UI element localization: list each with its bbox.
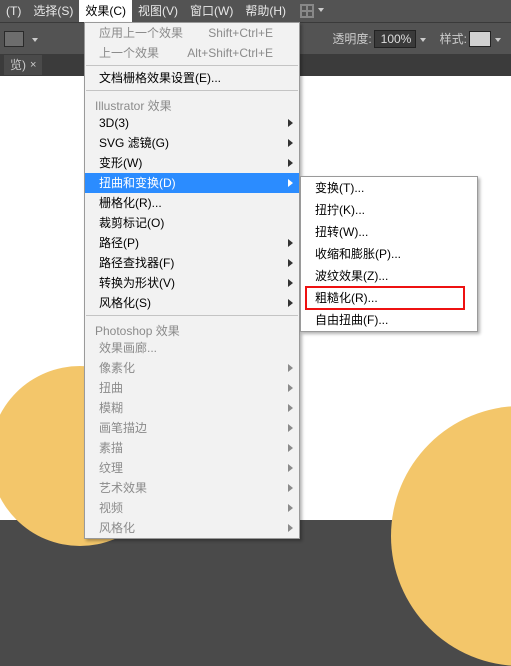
menu-distort-transform[interactable]: 扭曲和变换(D) [85,173,299,193]
menu-brush-strokes[interactable]: 画笔描边 [85,418,299,438]
submenu-transform[interactable]: 变换(T)... [301,177,477,199]
menu-convert-to-shape[interactable]: 转换为形状(V) [85,273,299,293]
submenu-zigzag[interactable]: 波纹效果(Z)... [301,265,477,287]
opacity-input[interactable]: 100% [374,30,416,48]
menu-section-photoshop: Photoshop 效果 [85,318,299,338]
menu-bar: (T) 选择(S) 效果(C) 视图(V) 窗口(W) 帮助(H) [0,0,511,22]
document-tab[interactable]: 览) × [4,55,42,75]
menu-doc-raster-settings[interactable]: 文档栅格效果设置(E)... [85,68,299,88]
menu-item-label: 上一个效果 [99,46,159,60]
menu-svg-filters[interactable]: SVG 滤镜(G) [85,133,299,153]
menu-view[interactable]: 视图(V) [132,0,184,22]
menu-separator [86,90,298,91]
opacity-label: 透明度: [332,30,371,47]
grid-icon [300,4,314,18]
shortcut-label: Shift+Ctrl+E [208,23,273,43]
chevron-down-icon[interactable] [493,34,503,44]
menu-pixelate[interactable]: 像素化 [85,358,299,378]
menu-help[interactable]: 帮助(H) [239,0,292,22]
menu-window[interactable]: 窗口(W) [184,0,239,22]
menu-warp[interactable]: 变形(W) [85,153,299,173]
menu-video[interactable]: 视频 [85,498,299,518]
menu-item-label: 应用上一个效果 [99,26,183,40]
tab-title: 览) [10,55,26,75]
menu-3d[interactable]: 3D(3) [85,113,299,133]
submenu-free-distort[interactable]: 自由扭曲(F)... [301,309,477,331]
menu-distort-ps[interactable]: 扭曲 [85,378,299,398]
menu-blur[interactable]: 模糊 [85,398,299,418]
menu-last-effect[interactable]: 上一个效果 Alt+Shift+Ctrl+E [85,43,299,63]
effect-menu: 应用上一个效果 Shift+Ctrl+E 上一个效果 Alt+Shift+Ctr… [84,22,300,539]
menu-texture[interactable]: 纹理 [85,458,299,478]
close-icon[interactable]: × [30,55,36,75]
workspace-switcher[interactable] [300,4,326,18]
opacity-field: 透明度: 100% 样式: [332,30,503,48]
menu-stylize-ai[interactable]: 风格化(S) [85,293,299,313]
menu-section-illustrator: Illustrator 效果 [85,93,299,113]
menu-sketch[interactable]: 素描 [85,438,299,458]
submenu-roughen[interactable]: 粗糙化(R)... [301,287,477,309]
menu-effect-gallery[interactable]: 效果画廊... [85,338,299,358]
menu-rasterize[interactable]: 栅格化(R)... [85,193,299,213]
menu-pathfinder[interactable]: 路径查找器(F) [85,253,299,273]
menu-select[interactable]: 选择(S) [27,0,79,22]
menu-crop-marks[interactable]: 裁剪标记(O) [85,213,299,233]
menu-separator [86,65,298,66]
distort-transform-submenu: 变换(T)... 扭拧(K)... 扭转(W)... 收缩和膨胀(P)... 波… [300,176,478,332]
submenu-pucker-bloat[interactable]: 收缩和膨胀(P)... [301,243,477,265]
menu-path[interactable]: 路径(P) [85,233,299,253]
chevron-down-icon[interactable] [30,34,40,44]
menu-type[interactable]: (T) [0,0,27,22]
style-label: 样式: [440,30,467,47]
menu-stylize-ps[interactable]: 风格化 [85,518,299,538]
shortcut-label: Alt+Shift+Ctrl+E [187,43,273,63]
menu-artistic[interactable]: 艺术效果 [85,478,299,498]
artwork-shape [391,406,511,666]
menu-separator [86,315,298,316]
style-swatch[interactable] [469,31,491,47]
menu-apply-last-effect[interactable]: 应用上一个效果 Shift+Ctrl+E [85,23,299,43]
chevron-down-icon[interactable] [418,34,428,44]
submenu-twist[interactable]: 扭转(W)... [301,221,477,243]
menu-effect[interactable]: 效果(C) [79,0,132,22]
submenu-pucker[interactable]: 扭拧(K)... [301,199,477,221]
fill-swatch[interactable] [4,31,24,47]
chevron-down-icon [316,4,326,14]
